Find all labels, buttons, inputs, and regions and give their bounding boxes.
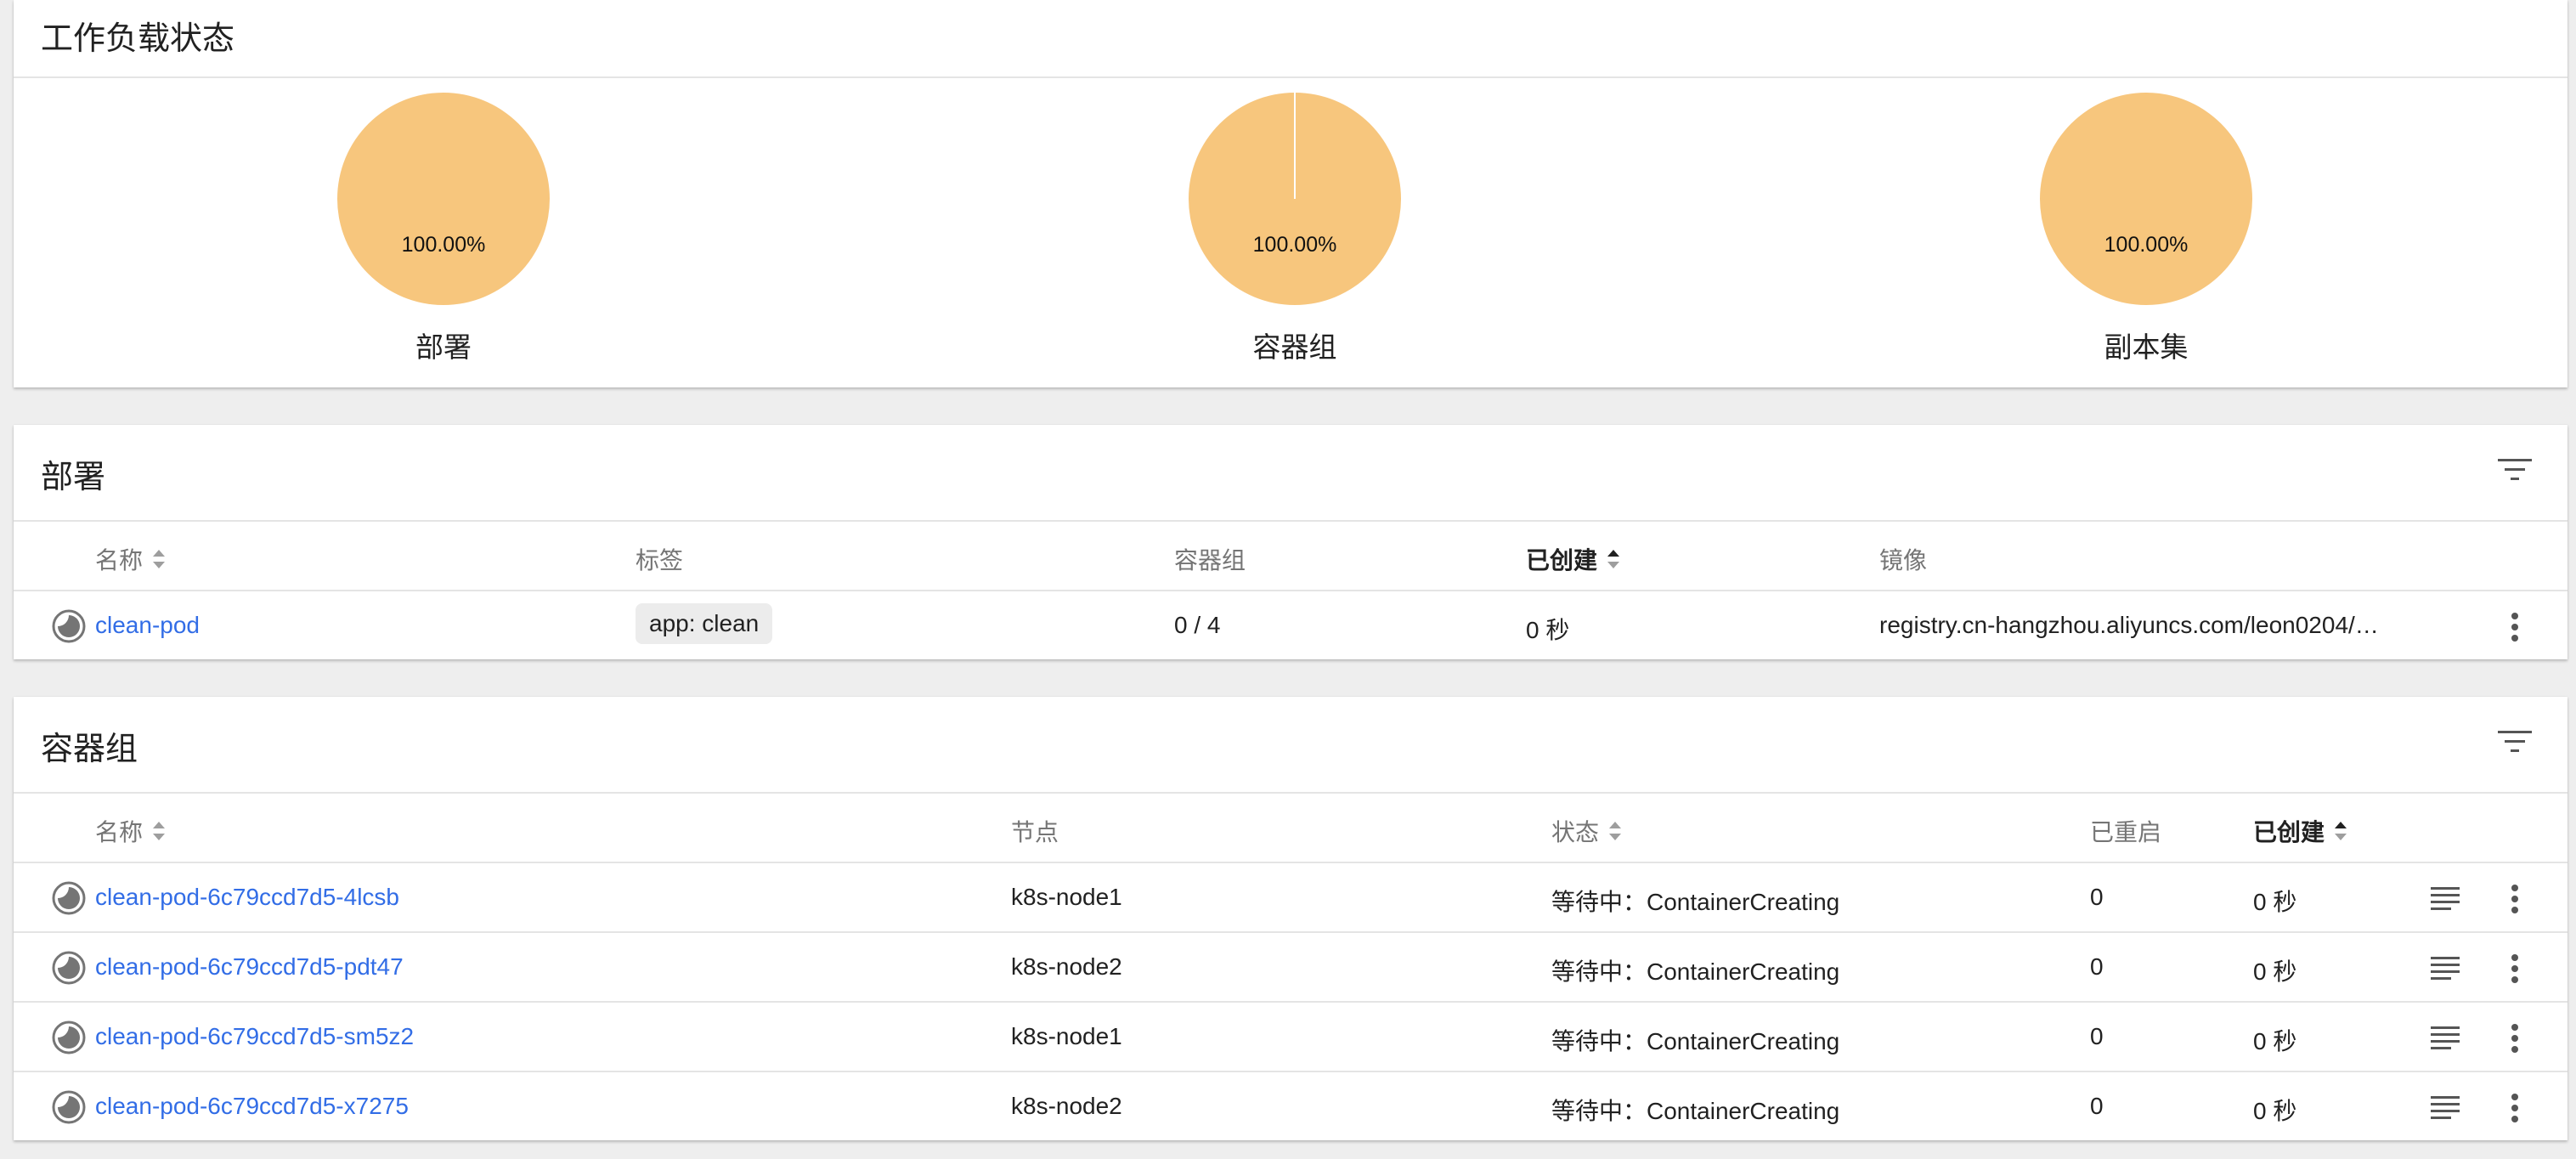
- pie-deployments[interactable]: 100.00% 部署: [333, 92, 554, 365]
- pod-name-link[interactable]: clean-pod-6c79ccd7d5-4lcsb: [95, 884, 399, 911]
- created-age: 0 秒: [2253, 1098, 2297, 1124]
- more-vert-icon[interactable]: [2496, 880, 2534, 918]
- image-name: registry.cn-hangzhou.aliyuncs.com/leon02…: [1879, 612, 2379, 638]
- pod-status: 等待中：ContainerCreating: [1551, 1098, 1840, 1124]
- filter-list-icon[interactable]: [2496, 457, 2534, 483]
- table-header: 名称 标签 容器组 已创建 镜像: [14, 520, 2568, 590]
- pod-status: 等待中：ContainerCreating: [1551, 889, 1840, 915]
- column-header-labels: 标签: [636, 547, 684, 574]
- node-name: k8s-node1: [1011, 1023, 1122, 1049]
- sort-icon: [153, 822, 166, 840]
- node-name: k8s-node1: [1011, 884, 1122, 910]
- pie-chart: [2040, 93, 2252, 305]
- pie-label: 部署: [415, 331, 472, 363]
- pie-pods[interactable]: 100.00% 容器组: [1184, 92, 1405, 365]
- pending-status-icon: [52, 1090, 86, 1124]
- restart-count: 0: [2090, 953, 2104, 980]
- sort-icon: [1609, 822, 1622, 840]
- pie-percent: 100.00%: [1252, 233, 1337, 257]
- table-row[interactable]: clean-pod-6c79ccd7d5-sm5z2 k8s-node1 等待中…: [14, 1001, 2568, 1071]
- more-vert-icon[interactable]: [2496, 608, 2534, 646]
- pie-label: 副本集: [2104, 331, 2189, 363]
- pods-card: 容器组 名称 节点 状态 已重启 已创建 clean-pod-6c79ccd7d…: [14, 697, 2568, 1140]
- restart-count: 0: [2090, 1023, 2104, 1049]
- filter-list-icon[interactable]: [2496, 729, 2534, 755]
- table-header: 名称 节点 状态 已重启 已创建: [14, 792, 2568, 862]
- label-chip: app: clean: [636, 603, 773, 644]
- workload-status-title: 工作负载状态: [41, 21, 235, 57]
- column-header-status[interactable]: 状态: [1551, 814, 1623, 848]
- column-label: 状态: [1551, 819, 1600, 845]
- column-header-pods: 容器组: [1174, 547, 1246, 574]
- column-header-images: 镜像: [1879, 547, 1928, 574]
- deployment-name-link[interactable]: clean-pod: [95, 612, 200, 639]
- table-row[interactable]: clean-pod app: clean 0 / 4 0 秒 registry.…: [14, 590, 2568, 659]
- pie-replicasets[interactable]: 100.00% 副本集: [2036, 92, 2257, 365]
- column-header-node: 节点: [1011, 819, 1059, 845]
- pod-name-link[interactable]: clean-pod-6c79ccd7d5-sm5z2: [95, 1023, 414, 1050]
- pod-name-link[interactable]: clean-pod-6c79ccd7d5-x7275: [95, 1093, 409, 1120]
- pie-chart: [337, 93, 550, 305]
- pie-percent: 100.00%: [2104, 233, 2189, 257]
- node-name: k8s-node2: [1011, 953, 1122, 980]
- logs-icon[interactable]: [2428, 1021, 2462, 1055]
- column-header-restarts: 已重启: [2090, 819, 2162, 845]
- column-header-name[interactable]: 名称: [95, 542, 167, 576]
- column-label: 已创建: [1526, 547, 1598, 574]
- logs-icon[interactable]: [2428, 1091, 2462, 1125]
- divider: [14, 76, 2568, 78]
- pending-status-icon: [52, 609, 86, 643]
- created-age: 0 秒: [2253, 889, 2297, 915]
- pending-status-icon: [52, 881, 86, 915]
- column-header-created[interactable]: 已创建: [2253, 814, 2348, 848]
- sort-icon: [2335, 822, 2347, 840]
- created-age: 0 秒: [2253, 958, 2297, 985]
- restart-count: 0: [2090, 1093, 2104, 1119]
- pod-status: 等待中：ContainerCreating: [1551, 1028, 1840, 1054]
- sort-icon: [1607, 550, 1620, 568]
- pods-title: 容器组: [41, 732, 138, 767]
- pod-status: 等待中：ContainerCreating: [1551, 958, 1840, 985]
- table-row[interactable]: clean-pod-6c79ccd7d5-x7275 k8s-node2 等待中…: [14, 1071, 2568, 1140]
- logs-icon[interactable]: [2428, 952, 2462, 986]
- column-label: 名称: [95, 819, 144, 845]
- logs-icon[interactable]: [2428, 882, 2462, 916]
- deployments-title: 部署: [41, 460, 106, 495]
- pie-percent: 100.00%: [401, 233, 486, 257]
- more-vert-icon[interactable]: [2496, 1020, 2534, 1057]
- created-age: 0 秒: [2253, 1028, 2297, 1054]
- column-label: 名称: [95, 547, 144, 574]
- workload-status-card: 工作负载状态 100.00% 部署 100.00% 容器组 100.00% 副本…: [14, 0, 2568, 387]
- deployments-card: 部署 名称 标签 容器组 已创建 镜像 clean-pod app: clean…: [14, 425, 2568, 659]
- sort-icon: [153, 550, 166, 568]
- pie-chart: [1189, 93, 1401, 305]
- column-header-name[interactable]: 名称: [95, 814, 167, 848]
- table-row[interactable]: clean-pod-6c79ccd7d5-4lcsb k8s-node1 等待中…: [14, 862, 2568, 931]
- created-age: 0 秒: [1526, 617, 1570, 643]
- pending-status-icon: [52, 951, 86, 985]
- pie-label: 容器组: [1252, 331, 1337, 363]
- table-row[interactable]: clean-pod-6c79ccd7d5-pdt47 k8s-node2 等待中…: [14, 931, 2568, 1001]
- more-vert-icon[interactable]: [2496, 1089, 2534, 1127]
- column-header-created[interactable]: 已创建: [1526, 542, 1621, 576]
- restart-count: 0: [2090, 884, 2104, 910]
- column-label: 已创建: [2253, 819, 2325, 845]
- node-name: k8s-node2: [1011, 1093, 1122, 1119]
- more-vert-icon[interactable]: [2496, 950, 2534, 987]
- pod-name-link[interactable]: clean-pod-6c79ccd7d5-pdt47: [95, 953, 404, 981]
- pending-status-icon: [52, 1020, 86, 1054]
- pods-count: 0 / 4: [1174, 612, 1221, 638]
